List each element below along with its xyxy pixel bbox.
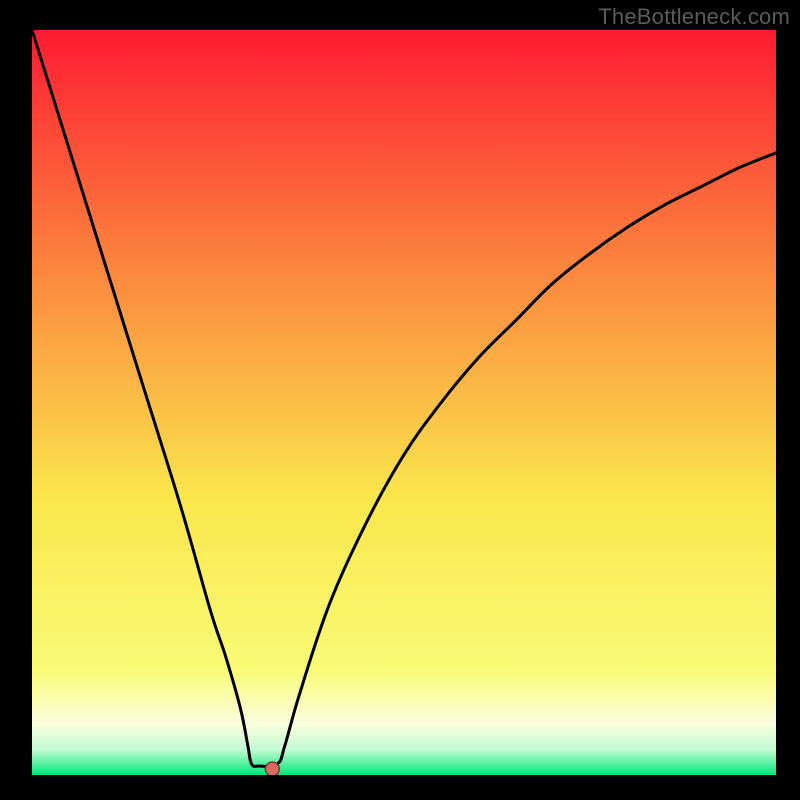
- plot-area: [32, 30, 776, 775]
- watermark-text: TheBottleneck.com: [598, 4, 790, 30]
- chart-stage: TheBottleneck.com: [0, 0, 800, 800]
- minimum-marker-dot: [265, 762, 279, 775]
- bottleneck-curve: [32, 30, 776, 766]
- curve-layer: [32, 30, 776, 775]
